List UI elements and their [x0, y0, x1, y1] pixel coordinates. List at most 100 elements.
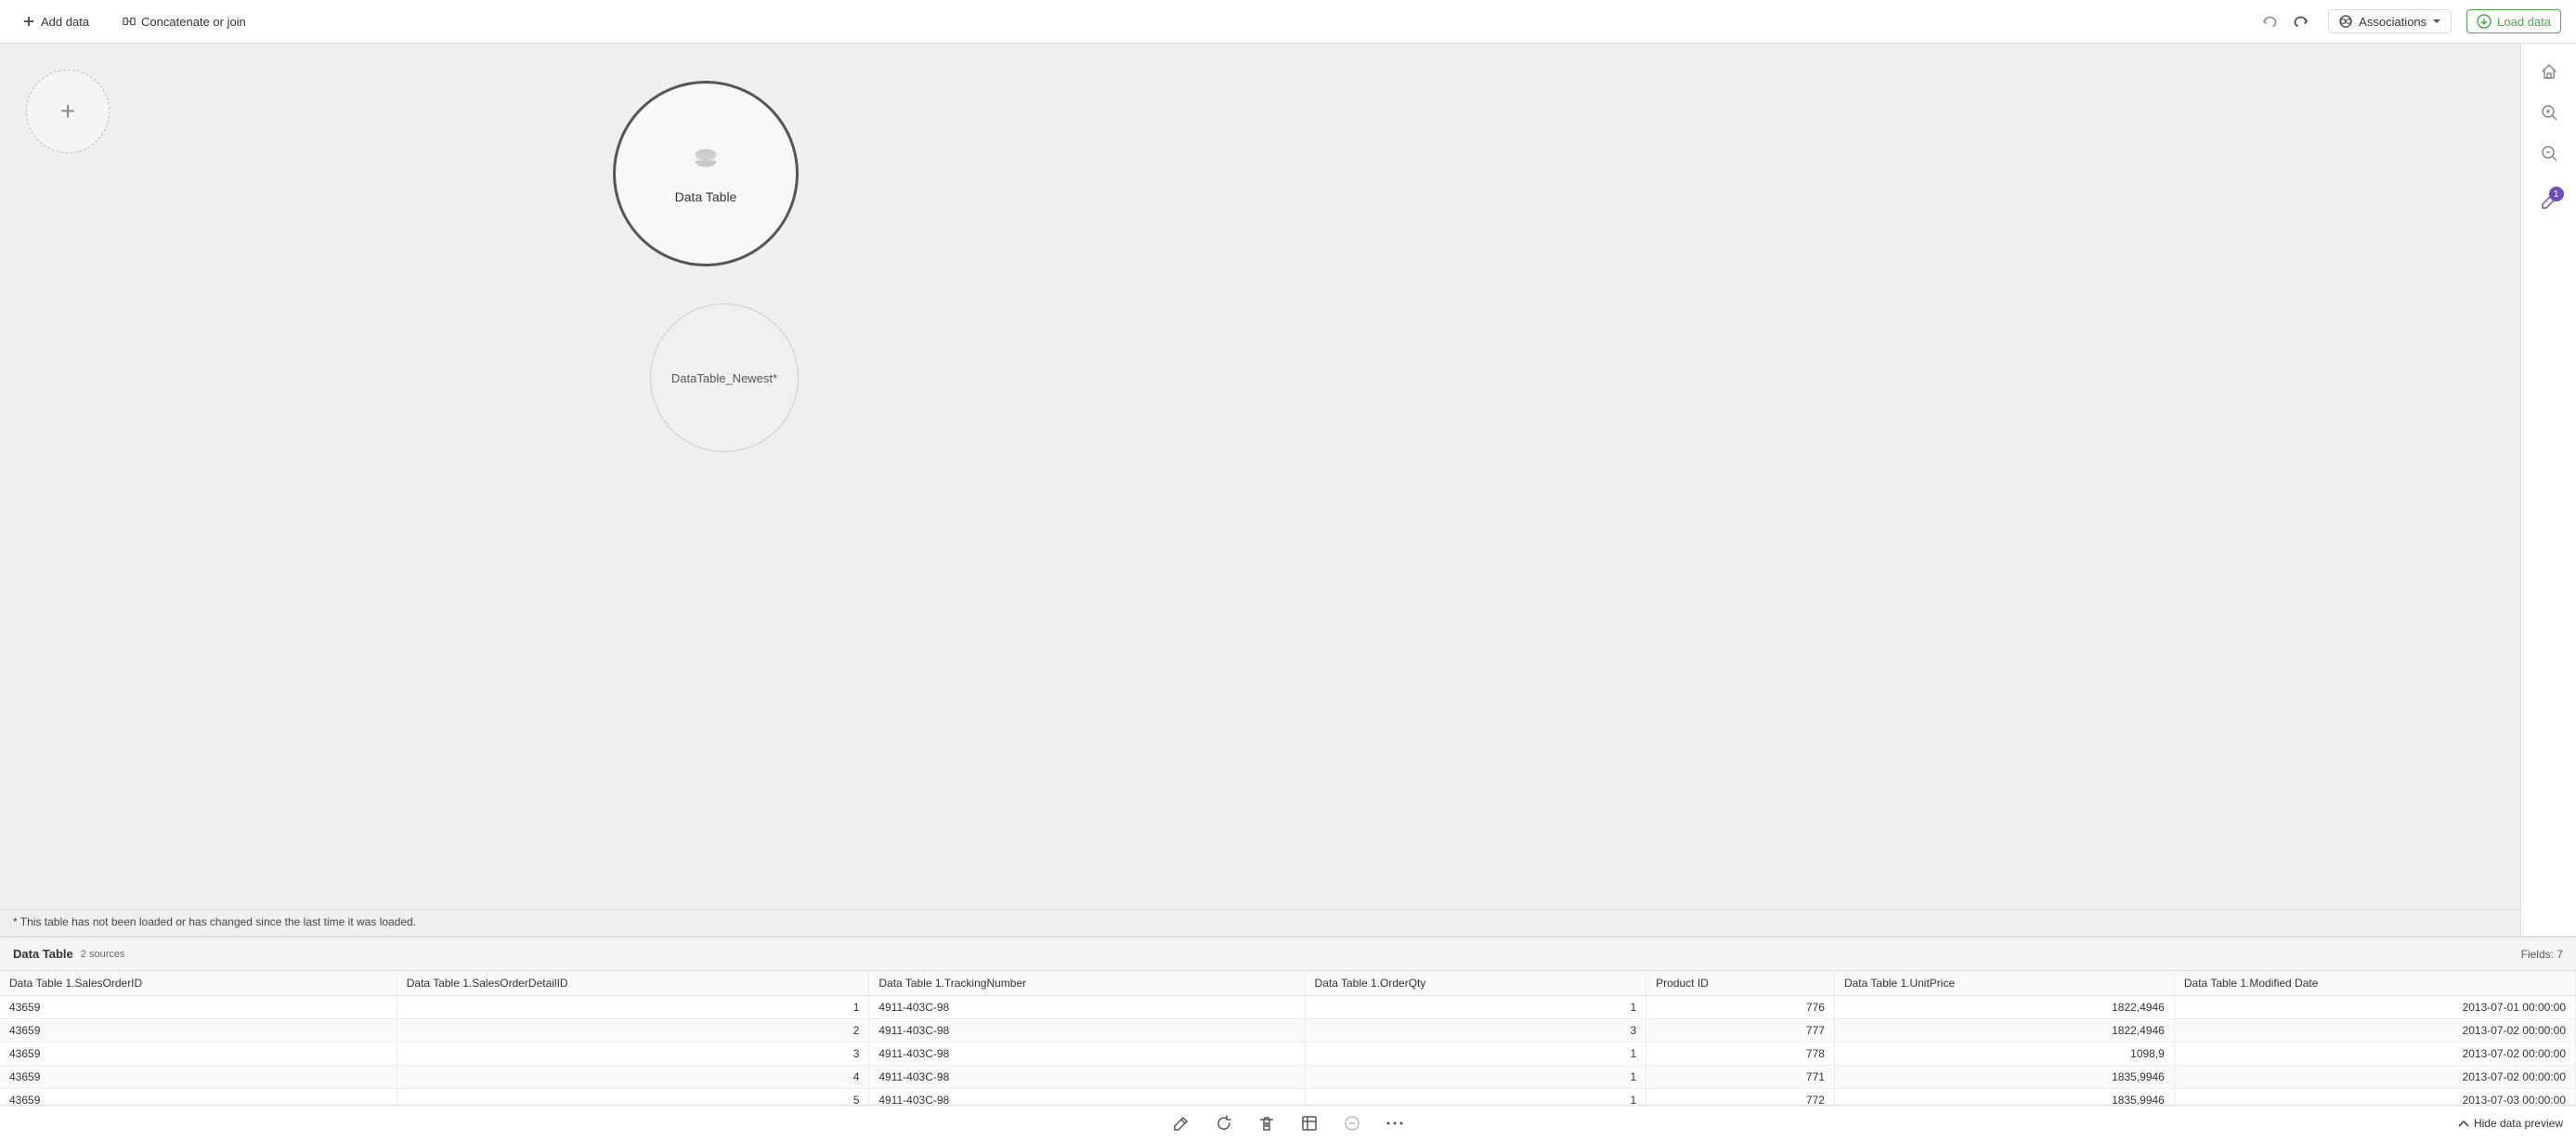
redo-button[interactable]: [2287, 8, 2313, 34]
table-cell: 43659: [0, 1019, 397, 1043]
hide-icon: [2457, 1117, 2470, 1130]
table-cell: 1: [1305, 1043, 1646, 1066]
pivot-icon: [1301, 1115, 1318, 1132]
table-cell: 771: [1646, 1066, 1835, 1089]
table-cell: 4911-403C-98: [869, 996, 1305, 1019]
plus-icon: +: [60, 97, 75, 126]
table-header-cell: Data Table 1.OrderQty: [1305, 971, 1646, 996]
table-cell: 778: [1646, 1043, 1835, 1066]
concat-icon: [123, 15, 136, 28]
table-cell: 43659: [0, 1066, 397, 1089]
table-cell: 1822,4946: [1834, 996, 2174, 1019]
table-header-cell: Data Table 1.TrackingNumber: [869, 971, 1305, 996]
table-header-cell: Data Table 1.SalesOrderDetailID: [397, 971, 869, 996]
table-cell: 2013-07-02 00:00:00: [2174, 1019, 2575, 1043]
undo-redo-group: [2257, 8, 2313, 34]
zoom-in-button[interactable]: [2532, 96, 2566, 129]
table-cell: 1: [1305, 996, 1646, 1019]
table-cell: 3: [397, 1043, 869, 1066]
table-cell: 1: [1305, 1066, 1646, 1089]
table-header-cell: Data Table 1.SalesOrderID: [0, 971, 397, 996]
filter-icon: [1344, 1115, 1360, 1132]
load-data-icon: [2477, 14, 2491, 29]
table-cell: 43659: [0, 996, 397, 1019]
preview-fields-count: Fields: 7: [2521, 948, 2563, 961]
table-header-cell: Data Table 1.Modified Date: [2174, 971, 2575, 996]
preview-header: Data Table 2 sources Fields: 7: [0, 938, 2576, 971]
data-table-secondary-label: DataTable_Newest*: [671, 371, 777, 385]
undo-button[interactable]: [2257, 8, 2283, 34]
table-cell: 3: [1305, 1019, 1646, 1043]
table-cell: 1822,4946: [1834, 1019, 2174, 1043]
table-row: 4365924911-403C-9837771822,49462013-07-0…: [0, 1019, 2576, 1043]
add-data-label: Add data: [41, 15, 89, 29]
table-cell: 2: [397, 1019, 869, 1043]
undo-icon: [2262, 13, 2279, 30]
pivot-button[interactable]: [1295, 1109, 1323, 1137]
data-table-node-secondary[interactable]: DataTable_Newest*: [650, 304, 799, 452]
table-cell: 2013-07-02 00:00:00: [2174, 1066, 2575, 1089]
footer-note: * This table has not been loaded or has …: [0, 909, 2520, 934]
edit-row-button[interactable]: [1167, 1109, 1195, 1137]
hide-preview-button[interactable]: Hide data preview: [2457, 1117, 2563, 1130]
badge-count: 1: [2549, 187, 2564, 201]
add-icon: [22, 15, 35, 28]
home-icon: [2540, 62, 2558, 81]
table-cell: 4: [397, 1066, 869, 1089]
refresh-button[interactable]: [1210, 1109, 1238, 1137]
table-row: 4365914911-403C-9817761822,49462013-07-0…: [0, 996, 2576, 1019]
edit-icon: [1173, 1115, 1190, 1132]
preview-table-name: Data Table: [13, 947, 73, 961]
table-header-cell: Data Table 1.UnitPrice: [1834, 971, 2174, 996]
zoom-out-button[interactable]: [2532, 136, 2566, 170]
table-cell: 2013-07-02 00:00:00: [2174, 1043, 2575, 1066]
table-row: 4365944911-403C-9817711835,99462013-07-0…: [0, 1066, 2576, 1089]
table-cell: 1098,9: [1834, 1043, 2174, 1066]
load-data-button[interactable]: Load data: [2466, 9, 2561, 33]
chevron-down-icon: [2432, 19, 2441, 24]
canvas-area: + Data Table DataTable_Newest*: [0, 44, 2520, 936]
table-cell: 1: [397, 996, 869, 1019]
table-cell: 2013-07-01 00:00:00: [2174, 996, 2575, 1019]
table-cell: 1835,9946: [1834, 1066, 2174, 1089]
more-button[interactable]: [1381, 1109, 1409, 1137]
home-button[interactable]: [2532, 55, 2566, 88]
associations-button[interactable]: Associations: [2328, 9, 2452, 33]
more-icon: [1386, 1121, 1403, 1126]
concat-join-label: Concatenate or join: [141, 15, 246, 29]
trash-icon: [1258, 1115, 1275, 1132]
preview-sources: 2 sources: [81, 949, 125, 960]
delete-button[interactable]: [1253, 1109, 1281, 1137]
table-row: 4365934911-403C-9817781098,92013-07-02 0…: [0, 1043, 2576, 1066]
zoom-out-icon: [2540, 144, 2558, 162]
associations-label: Associations: [2359, 15, 2426, 29]
table-cell: 43659: [0, 1043, 397, 1066]
table-cell: 4911-403C-98: [869, 1066, 1305, 1089]
table-cell: 777: [1646, 1019, 1835, 1043]
data-preview-panel: Data Table 2 sources Fields: 7 Data Tabl…: [0, 936, 2576, 1140]
hide-preview-label: Hide data preview: [2474, 1117, 2563, 1130]
table-node-icon: [689, 144, 722, 184]
concat-join-button[interactable]: Concatenate or join: [115, 11, 254, 32]
side-panel: 1: [2520, 44, 2576, 936]
table-cell: 4911-403C-98: [869, 1019, 1305, 1043]
data-table-label: Data Table: [675, 189, 737, 204]
toolbar-left: Add data Concatenate or join: [15, 11, 254, 32]
top-toolbar: Add data Concatenate or join: [0, 0, 2576, 44]
table-cell: 776: [1646, 996, 1835, 1019]
toolbar-right: Associations Load data: [2257, 8, 2561, 34]
data-table-node-main[interactable]: Data Table: [613, 81, 799, 266]
edit-pen-button[interactable]: 1: [2532, 185, 2566, 218]
preview-title-group: Data Table 2 sources: [13, 947, 124, 961]
table-header-cell: Product ID: [1646, 971, 1835, 996]
footer-note-text: * This table has not been loaded or has …: [13, 915, 416, 928]
add-data-circle[interactable]: +: [26, 70, 110, 153]
refresh-icon: [1216, 1115, 1232, 1132]
associations-icon: [2338, 14, 2353, 29]
table-header-row: Data Table 1.SalesOrderIDData Table 1.Sa…: [0, 971, 2576, 996]
bottom-toolbar: Hide data preview: [0, 1105, 2576, 1140]
add-data-button[interactable]: Add data: [15, 11, 97, 32]
load-data-label: Load data: [2497, 15, 2551, 29]
filter-button[interactable]: [1338, 1109, 1366, 1137]
table-cell: 4911-403C-98: [869, 1043, 1305, 1066]
